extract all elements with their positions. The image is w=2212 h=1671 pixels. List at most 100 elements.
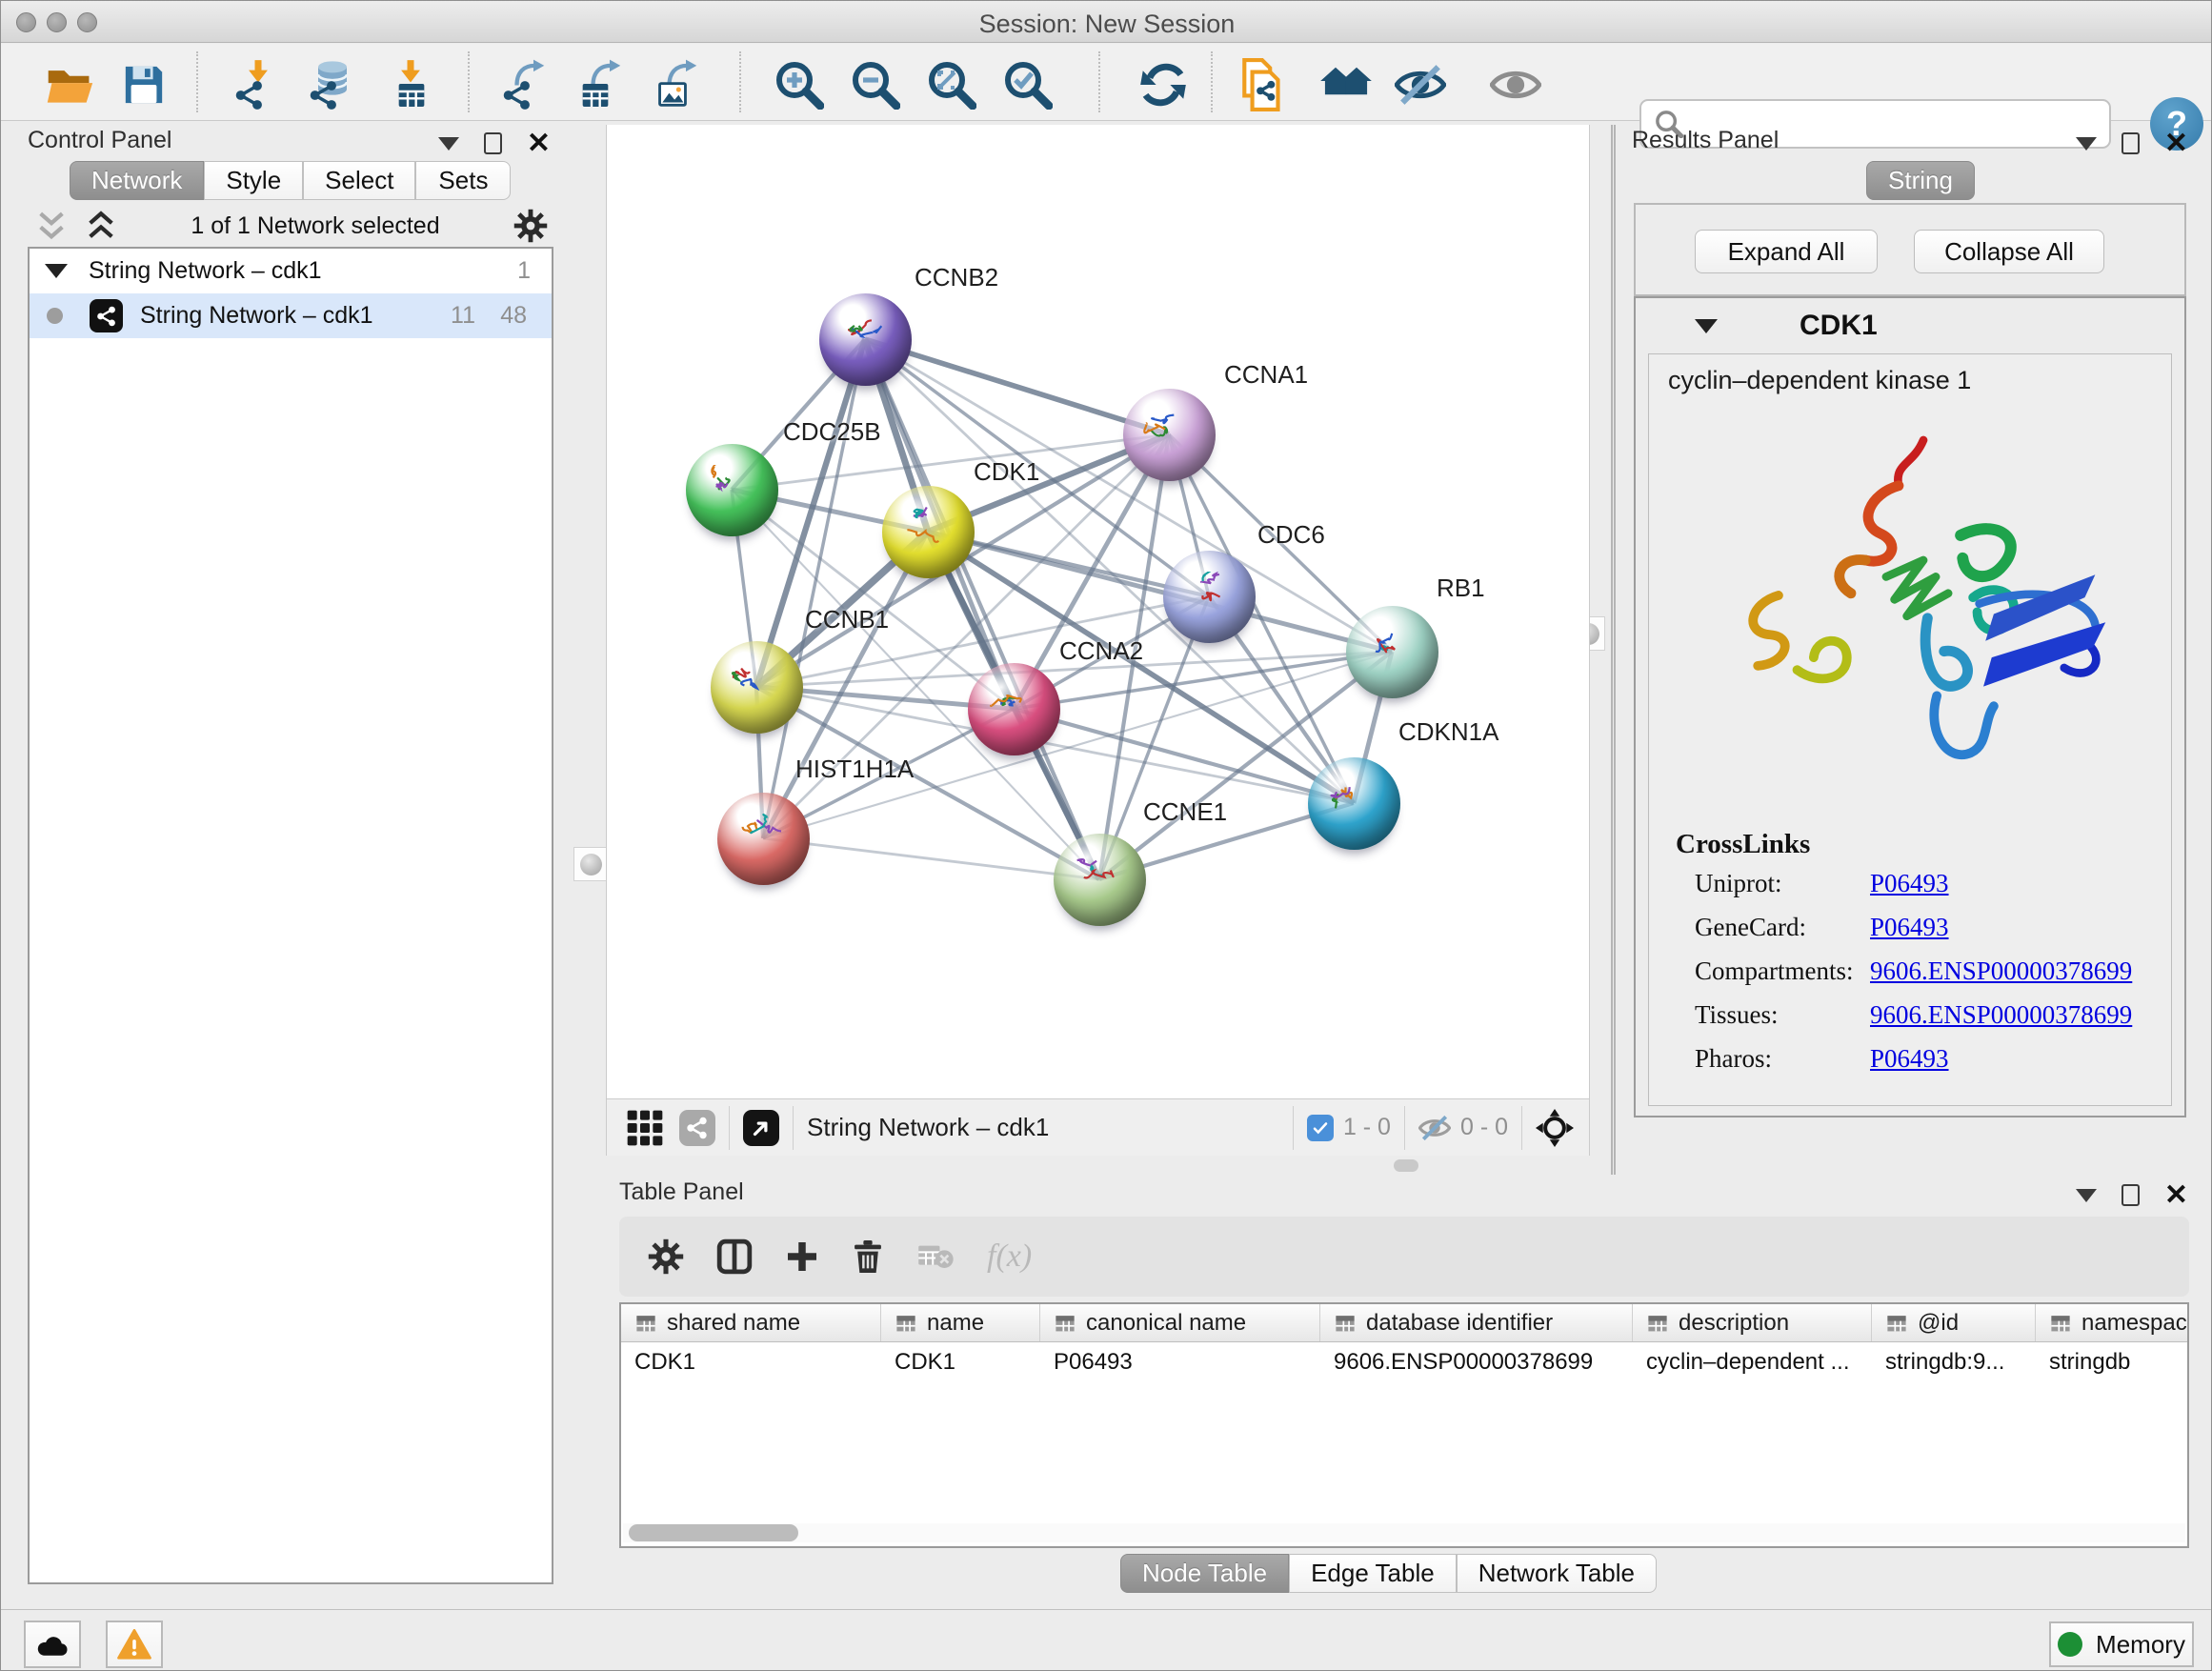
- column-header-@id[interactable]: @id: [1872, 1304, 2036, 1341]
- results-panel-close-icon[interactable]: ✕: [2164, 133, 2188, 154]
- network-node-CCNB1[interactable]: [711, 641, 803, 734]
- node-section-header[interactable]: CDK1: [1636, 298, 2184, 353]
- network-node-CCNB2[interactable]: [819, 293, 912, 386]
- network-row-selected[interactable]: String Network – cdk1 11 48: [30, 293, 552, 338]
- network-node-CDC6[interactable]: [1163, 551, 1256, 643]
- zoom-in-icon[interactable]: [771, 60, 828, 110]
- tab-select[interactable]: Select: [303, 161, 415, 200]
- results-panel-float-icon[interactable]: [2122, 132, 2140, 154]
- warnings-button[interactable]: [106, 1621, 163, 1668]
- right-splitter[interactable]: [1611, 125, 1616, 1175]
- crosslink-link[interactable]: P06493: [1870, 869, 1949, 898]
- table-cell[interactable]: stringdb:9...: [1872, 1342, 2036, 1382]
- control-panel-close-icon[interactable]: ✕: [527, 133, 551, 154]
- table-cell[interactable]: 9606.ENSP00000378699: [1320, 1342, 1633, 1382]
- column-header-shared-name[interactable]: shared name: [621, 1304, 881, 1341]
- tab-sets[interactable]: Sets: [415, 161, 511, 200]
- column-header-canonical-name[interactable]: canonical name: [1040, 1304, 1320, 1341]
- detach-view-icon[interactable]: [743, 1110, 779, 1146]
- network-node-RB1[interactable]: [1346, 606, 1438, 698]
- column-visibility-icon[interactable]: [716, 1238, 753, 1275]
- table-panel-float-icon[interactable]: [2122, 1184, 2140, 1206]
- network-share-icon[interactable]: [679, 1110, 715, 1146]
- network-node-CDKN1A[interactable]: [1308, 757, 1400, 850]
- expand-all-button[interactable]: Expand All: [1695, 230, 1878, 273]
- network-collection-row[interactable]: String Network – cdk1 1: [30, 249, 552, 293]
- grid-view-icon[interactable]: [626, 1109, 664, 1147]
- apply-layout-icon[interactable]: [1135, 60, 1192, 110]
- column-header-database-identifier[interactable]: database identifier: [1320, 1304, 1633, 1341]
- hide-results-eye-slash-icon[interactable]: [1392, 60, 1449, 110]
- column-header-name[interactable]: name: [881, 1304, 1040, 1341]
- collapse-all-button[interactable]: Collapse All: [1914, 230, 2104, 273]
- table-cell[interactable]: cyclin–dependent ...: [1633, 1342, 1872, 1382]
- network-options-gear-icon[interactable]: [513, 209, 548, 243]
- control-panel-float-icon[interactable]: [484, 132, 502, 154]
- crosslink-link[interactable]: P06493: [1870, 913, 1949, 942]
- control-panel-collapse-icon[interactable]: [438, 137, 459, 151]
- network-edge[interactable]: [865, 339, 1169, 434]
- tab-string[interactable]: String: [1866, 161, 1975, 200]
- tab-network-table[interactable]: Network Table: [1457, 1554, 1657, 1593]
- table-cell[interactable]: stringdb: [2036, 1342, 2189, 1382]
- show-results-eye-icon[interactable]: [1487, 60, 1544, 110]
- export-table-icon[interactable]: [573, 60, 630, 110]
- column-header-label: canonical name: [1086, 1310, 1246, 1337]
- zoom-out-icon[interactable]: [847, 60, 904, 110]
- cloud-status-button[interactable]: [24, 1621, 81, 1668]
- table-cell[interactable]: CDK1: [881, 1342, 1040, 1382]
- network-node-label: HIST1H1A: [795, 755, 914, 784]
- network-node-CDC25B[interactable]: [686, 444, 778, 536]
- section-expander-icon[interactable]: [1695, 319, 1718, 333]
- network-edge[interactable]: [763, 838, 1099, 879]
- home-icon[interactable]: [1317, 60, 1375, 110]
- expand-all-icon[interactable]: [85, 210, 117, 242]
- selected-nodes-checkbox-icon[interactable]: [1307, 1115, 1334, 1141]
- export-network-icon[interactable]: [496, 60, 553, 110]
- network-node-CCNA2[interactable]: [968, 663, 1060, 755]
- hidden-eye-slash-icon[interactable]: [1418, 1116, 1451, 1140]
- table-row[interactable]: CDK1CDK1P064939606.ENSP00000378699cyclin…: [621, 1342, 2187, 1382]
- import-network-database-icon[interactable]: [304, 60, 361, 110]
- network-canvas[interactable]: CCNB2CCNA1CDC25BCDK1CDC6RB1CCNB1CCNA2CDK…: [606, 125, 1590, 1098]
- column-header-namespace[interactable]: namespace: [2036, 1304, 2189, 1341]
- table-cell[interactable]: P06493: [1040, 1342, 1320, 1382]
- tab-node-table[interactable]: Node Table: [1120, 1554, 1289, 1593]
- zoom-fit-icon[interactable]: [923, 60, 980, 110]
- network-node-CCNE1[interactable]: [1054, 834, 1146, 926]
- export-image-icon[interactable]: [649, 60, 706, 110]
- collapse-all-icon[interactable]: [35, 210, 68, 242]
- save-session-icon[interactable]: [115, 60, 172, 110]
- network-node-CCNA1[interactable]: [1123, 389, 1216, 481]
- clone-network-icon[interactable]: [1236, 60, 1293, 110]
- table-hscrollbar[interactable]: [623, 1523, 2185, 1542]
- left-splitter-handle[interactable]: [573, 847, 608, 881]
- zoom-selected-icon[interactable]: [999, 60, 1056, 110]
- crosslink-link[interactable]: 9606.ENSP00000378699: [1870, 1000, 2132, 1030]
- bottom-splitter-handle[interactable]: [1394, 1159, 1418, 1172]
- table-panel-close-icon[interactable]: ✕: [2164, 1185, 2188, 1206]
- table-panel-collapse-icon[interactable]: [2076, 1189, 2097, 1202]
- crosslink-link[interactable]: P06493: [1870, 1044, 1949, 1074]
- network-node-HIST1H1A[interactable]: [717, 793, 810, 885]
- import-table-icon[interactable]: [380, 60, 437, 110]
- table-cell[interactable]: CDK1: [621, 1342, 881, 1382]
- memory-button[interactable]: Memory: [2049, 1621, 2194, 1667]
- tab-network[interactable]: Network: [70, 161, 204, 200]
- birds-eye-view-icon[interactable]: [1536, 1109, 1574, 1147]
- add-column-icon[interactable]: [785, 1239, 819, 1274]
- open-session-icon[interactable]: [41, 60, 98, 110]
- table-hscrollbar-thumb[interactable]: [629, 1524, 798, 1541]
- tab-edge-table[interactable]: Edge Table: [1289, 1554, 1457, 1593]
- function-builder-icon[interactable]: f(x): [987, 1238, 1032, 1275]
- tab-style[interactable]: Style: [204, 161, 303, 200]
- import-network-file-icon[interactable]: [228, 60, 285, 110]
- collection-expander-icon[interactable]: [45, 264, 68, 278]
- table-options-gear-icon[interactable]: [648, 1238, 684, 1275]
- delete-column-icon[interactable]: [852, 1238, 884, 1275]
- column-header-description[interactable]: description: [1633, 1304, 1872, 1341]
- delete-table-icon[interactable]: [916, 1242, 955, 1271]
- crosslink-link[interactable]: 9606.ENSP00000378699: [1870, 956, 2132, 986]
- results-panel-collapse-icon[interactable]: [2076, 137, 2097, 151]
- network-node-CDK1[interactable]: [882, 486, 975, 578]
